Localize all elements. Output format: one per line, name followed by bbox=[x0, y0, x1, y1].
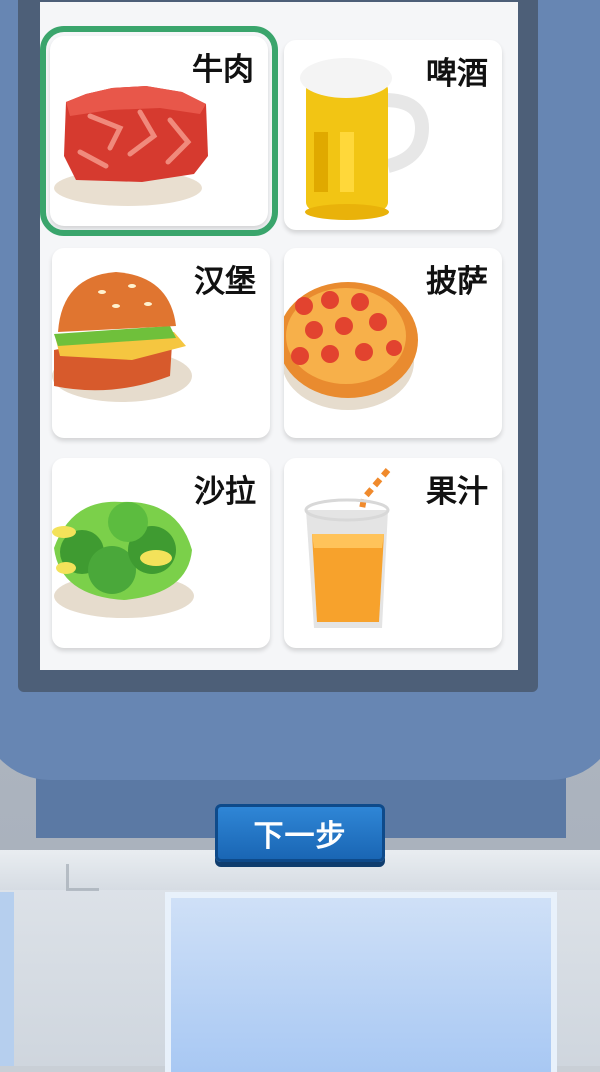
menu-item-label: 牛肉 bbox=[192, 52, 254, 88]
menu-item-label: 披萨 bbox=[426, 264, 488, 300]
menu-item-label: 啤酒 bbox=[426, 56, 488, 92]
kiosk-frame: 牛肉 啤酒 汉堡 披萨 沙拉 果汁 bbox=[0, 0, 600, 780]
next-step-label: 下一步 bbox=[253, 819, 347, 854]
menu-item-beef[interactable]: 牛肉 bbox=[40, 26, 278, 236]
menu-item-label: 沙拉 bbox=[194, 474, 256, 510]
menu-item-salad[interactable]: 沙拉 bbox=[52, 458, 270, 648]
menu-item-pizza[interactable]: 披萨 bbox=[284, 248, 502, 438]
menu-item-beer[interactable]: 啤酒 bbox=[284, 40, 502, 230]
menu-grid: 牛肉 啤酒 汉堡 披萨 沙拉 果汁 bbox=[40, 2, 518, 670]
menu-item-label: 果汁 bbox=[426, 474, 488, 510]
counter-mark bbox=[66, 864, 99, 891]
menu-item-burger[interactable]: 汉堡 bbox=[52, 248, 270, 438]
side-glass bbox=[0, 892, 14, 1066]
counter-glass-panel bbox=[165, 892, 557, 1072]
menu-item-juice[interactable]: 果汁 bbox=[284, 458, 502, 648]
kiosk-bezel: 牛肉 啤酒 汉堡 披萨 沙拉 果汁 bbox=[18, 0, 538, 692]
menu-item-label: 汉堡 bbox=[194, 264, 256, 300]
next-step-button[interactable]: 下一步 bbox=[215, 804, 385, 862]
kiosk-screen: 牛肉 啤酒 汉堡 披萨 沙拉 果汁 bbox=[40, 2, 518, 670]
